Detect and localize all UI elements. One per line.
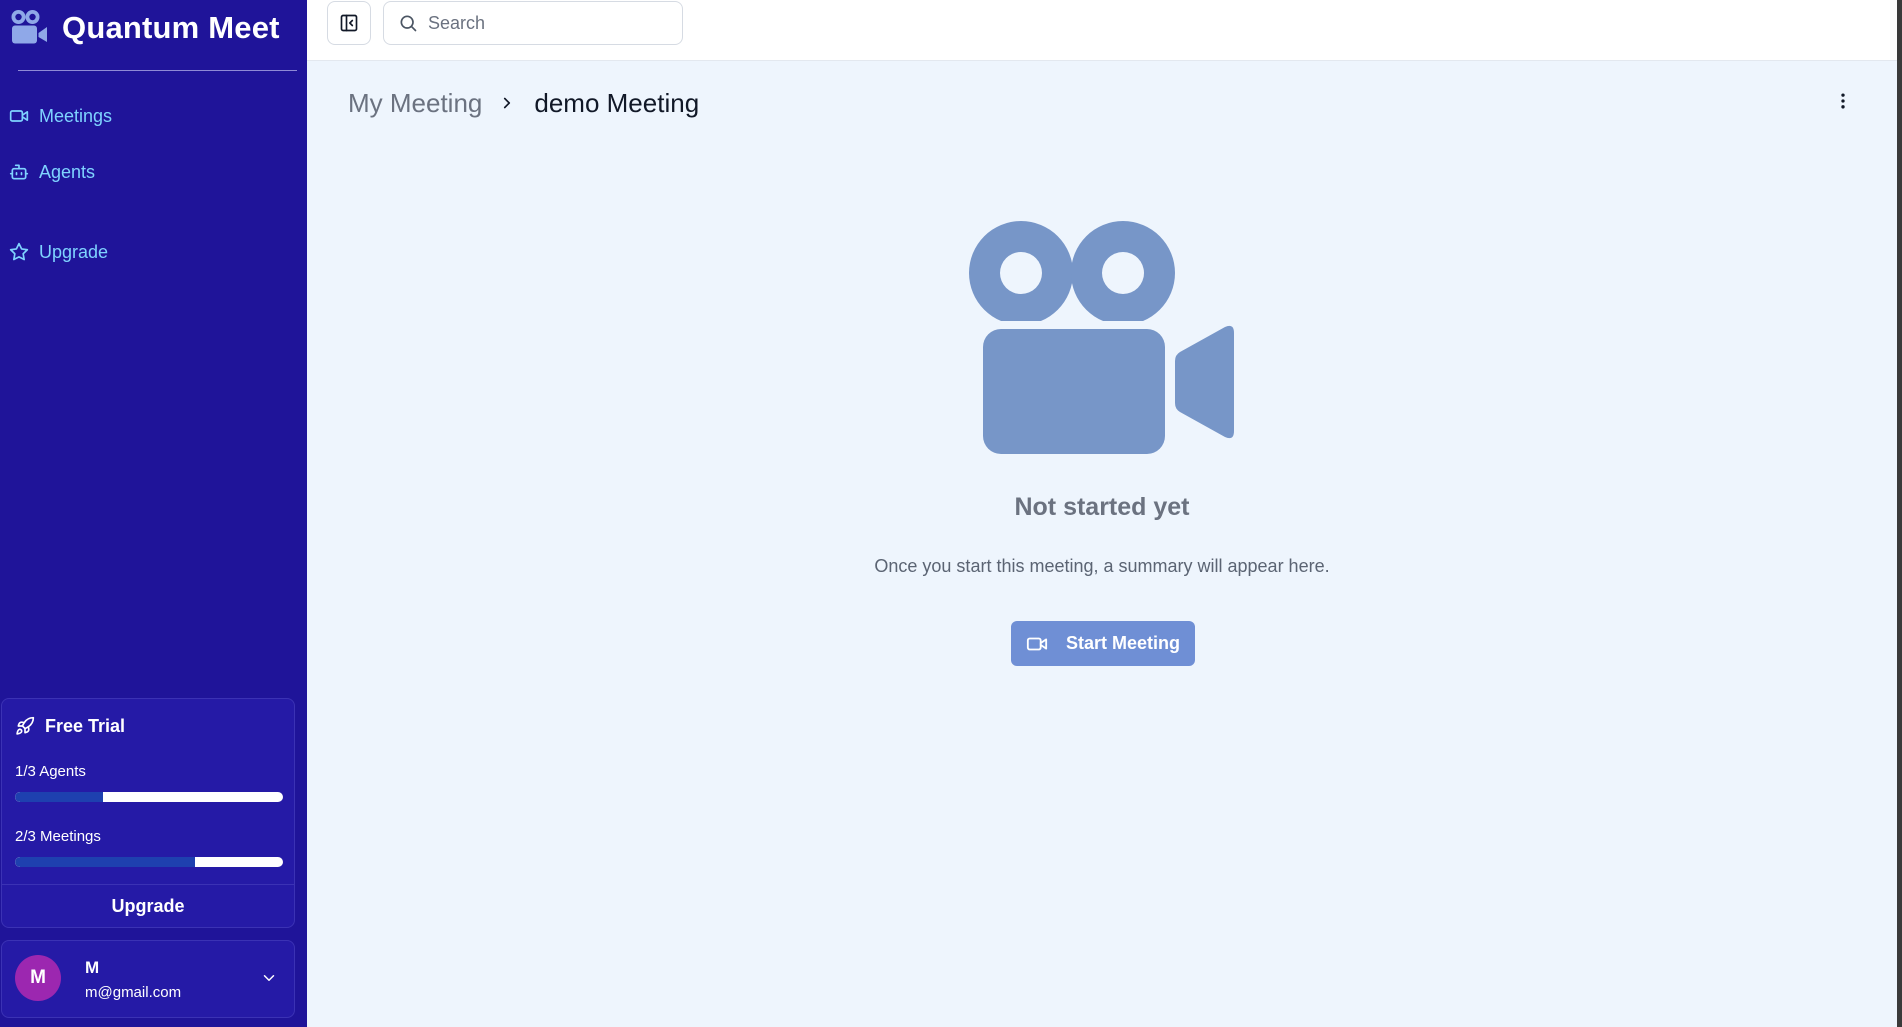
app-title: Quantum Meet [62, 10, 280, 45]
star-icon [9, 242, 29, 261]
avatar: M [15, 955, 61, 1001]
agents-usage-label: 1/3 Agents [15, 763, 86, 780]
sidebar-item-label: Agents [39, 161, 96, 182]
sidebar-item-label: Meetings [39, 105, 113, 126]
window-edge [1897, 0, 1902, 1027]
breadcrumb-parent-link[interactable]: My Meeting [348, 88, 482, 119]
sidebar: Quantum Meet Meetings Agents Upgrade Fre… [0, 0, 307, 1027]
brand-divider [18, 70, 297, 71]
chevron-down-icon [263, 975, 275, 981]
free-trial-card: Free Trial 1/3 Agents 2/3 Meetings Upgra… [1, 698, 295, 928]
start-meeting-label: Start Meeting [1065, 633, 1180, 653]
rocket-icon [16, 716, 35, 735]
topbar [307, 0, 1897, 61]
empty-state-title: Not started yet [1014, 493, 1190, 521]
sidebar-item-label: Upgrade [39, 241, 109, 262]
video-camera-illustration-icon [969, 221, 1234, 454]
chevron-right-icon [504, 97, 511, 109]
breadcrumb-current: demo Meeting [534, 87, 700, 118]
empty-state-description: Once you start this meeting, a summary w… [874, 556, 1330, 576]
breadcrumb: My Meeting demo Meeting [348, 85, 699, 121]
user-email: m@gmail.com [85, 984, 182, 1001]
user-menu[interactable]: M M m@gmail.com [1, 940, 295, 1018]
video-icon [9, 110, 29, 122]
bot-icon [9, 164, 29, 180]
user-name: M [85, 958, 100, 977]
search-icon [400, 15, 417, 32]
start-meeting-button[interactable]: Start Meeting [1011, 621, 1195, 666]
more-options-button[interactable] [1827, 85, 1859, 117]
search-box[interactable] [383, 1, 683, 45]
more-vertical-icon [1841, 93, 1845, 109]
main-content: My Meeting demo Meeting Not started yet … [307, 61, 1897, 1027]
search-input[interactable] [426, 11, 670, 35]
video-icon [1026, 637, 1048, 650]
brand[interactable]: Quantum Meet [10, 8, 280, 48]
agents-usage-fill [15, 792, 104, 802]
meetings-usage-label: 2/3 Meetings [15, 828, 101, 845]
panel-left-close-icon [340, 14, 358, 32]
sidebar-item-agents[interactable]: Agents [9, 158, 95, 186]
meetings-usage-fill [15, 857, 195, 867]
trial-header: Free Trial [15, 713, 125, 739]
sidebar-item-upgrade[interactable]: Upgrade [9, 238, 108, 266]
sidebar-item-meetings[interactable]: Meetings [9, 102, 112, 130]
meetings-usage-progress [15, 857, 283, 867]
video-camera-logo-icon [11, 10, 47, 44]
trial-title: Free Trial [45, 715, 126, 736]
sidebar-toggle-button[interactable] [327, 1, 371, 45]
trial-upgrade-button[interactable]: Upgrade [2, 885, 294, 928]
agents-usage-progress [15, 792, 283, 802]
